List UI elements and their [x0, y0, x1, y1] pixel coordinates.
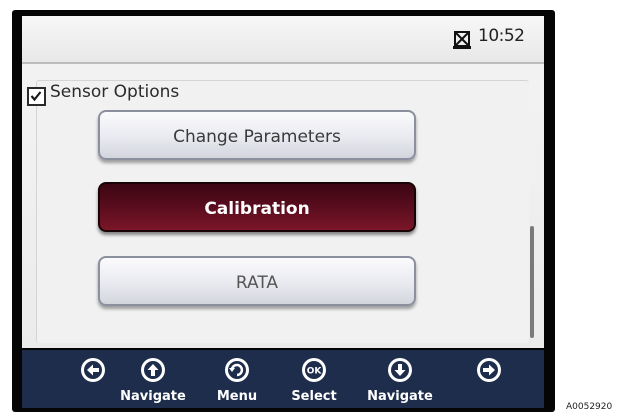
arrow-down-icon [388, 358, 412, 382]
select-label: Select [291, 389, 337, 404]
rata-button[interactable]: RATA [98, 256, 416, 306]
svg-text:OK: OK [307, 367, 323, 377]
sensor-options-checkbox[interactable] [27, 87, 46, 106]
navigate-up-softkey[interactable]: Navigate [118, 356, 188, 404]
checkmark-icon [30, 91, 42, 102]
arrow-left-icon [81, 358, 105, 382]
title-bar: 10:52 [22, 16, 544, 64]
sensor-status-icon [453, 31, 471, 49]
arrow-right-icon [477, 358, 501, 382]
softkey-bar: Navigate Menu OK Select Navigate [22, 350, 544, 408]
scrollbar[interactable] [530, 226, 534, 338]
clock: 10:52 [478, 26, 525, 46]
navigate-down-label: Navigate [367, 389, 433, 404]
menu-softkey[interactable]: Menu [202, 356, 272, 404]
ok-icon: OK [302, 358, 326, 382]
select-softkey[interactable]: OK Select [279, 356, 349, 404]
navigate-down-softkey[interactable]: Navigate [365, 356, 435, 404]
sensor-options-label: Sensor Options [50, 82, 180, 102]
right-softkey[interactable] [454, 356, 524, 388]
undo-icon [225, 358, 249, 382]
calibration-button[interactable]: Calibration [98, 182, 416, 232]
change-parameters-button[interactable]: Change Parameters [98, 110, 416, 160]
navigate-up-label: Navigate [120, 389, 186, 404]
figure-code: A0052920 [566, 402, 613, 412]
arrow-up-icon [141, 358, 165, 382]
menu-label: Menu [216, 389, 258, 404]
